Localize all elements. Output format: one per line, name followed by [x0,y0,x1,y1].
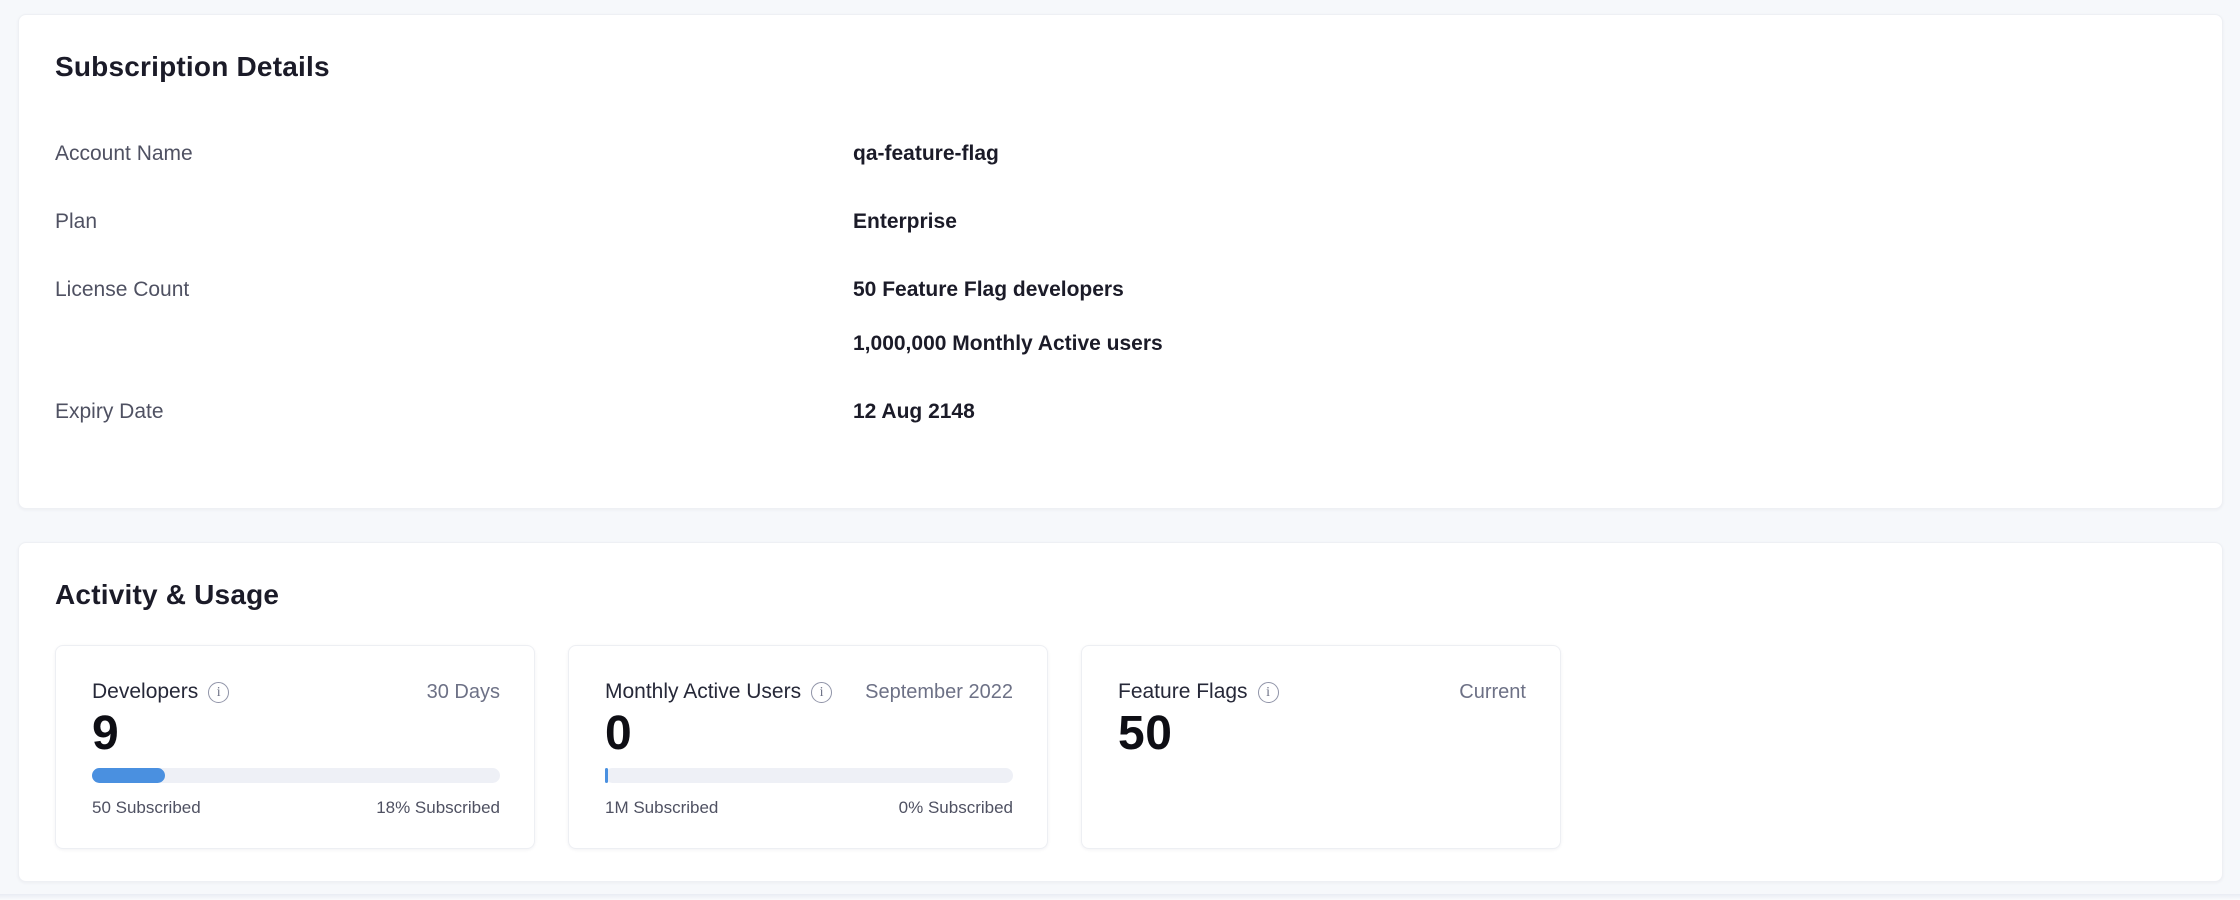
developers-percent-label: 18% Subscribed [376,797,500,819]
developers-progress-fill [92,768,165,783]
info-icon[interactable]: i [811,682,832,703]
expiry-date-label: Expiry Date [55,397,853,427]
plan-value: Enterprise [853,207,957,237]
mau-progress-fill [605,768,608,783]
mau-period-label: September 2022 [865,678,1013,706]
mau-count: 0 [605,708,1013,760]
license-count-row: License Count 50 Feature Flag developers… [55,275,2186,359]
feature-flags-usage-card: Feature Flags i Current 50 [1081,645,1561,849]
developers-count: 9 [92,708,500,760]
account-name-row: Account Name qa-feature-flag [55,139,2186,169]
mau-subscribed-label: 1M Subscribed [605,797,718,819]
plan-label: Plan [55,207,853,237]
mau-usage-card: Monthly Active Users i September 2022 0 … [568,645,1048,849]
expiry-date-value: 12 Aug 2148 [853,397,975,427]
developers-label: Developers [92,678,198,706]
license-count-developers-value: 50 Feature Flag developers [853,275,1163,305]
feature-flags-label: Feature Flags [1118,678,1248,706]
subscription-page: Subscription Details Account Name qa-fea… [0,0,2240,882]
page-bottom-edge [0,894,2240,900]
mau-label: Monthly Active Users [605,678,801,706]
info-icon[interactable]: i [208,682,229,703]
license-count-label: License Count [55,275,853,305]
feature-flags-period-label: Current [1459,678,1526,706]
developers-progress-track [92,768,500,783]
usage-cards-row: Developers i 30 Days 9 50 Subscribed 18%… [55,645,2186,849]
plan-row: Plan Enterprise [55,207,2186,237]
developers-subscribed-label: 50 Subscribed [92,797,201,819]
activity-usage-title: Activity & Usage [55,575,2186,615]
developers-usage-card: Developers i 30 Days 9 50 Subscribed 18%… [55,645,535,849]
mau-percent-label: 0% Subscribed [899,797,1013,819]
info-icon[interactable]: i [1258,682,1279,703]
feature-flags-count: 50 [1118,708,1526,760]
developers-period-label: 30 Days [427,678,500,706]
mau-progress-track [605,768,1013,783]
account-name-label: Account Name [55,139,853,169]
expiry-date-row: Expiry Date 12 Aug 2148 [55,397,2186,427]
account-name-value: qa-feature-flag [853,139,999,169]
subscription-details-card: Subscription Details Account Name qa-fea… [18,14,2223,509]
license-count-mau-value: 1,000,000 Monthly Active users [853,329,1163,359]
subscription-details-title: Subscription Details [55,47,2186,87]
activity-usage-card: Activity & Usage Developers i 30 Days 9 … [18,542,2223,882]
